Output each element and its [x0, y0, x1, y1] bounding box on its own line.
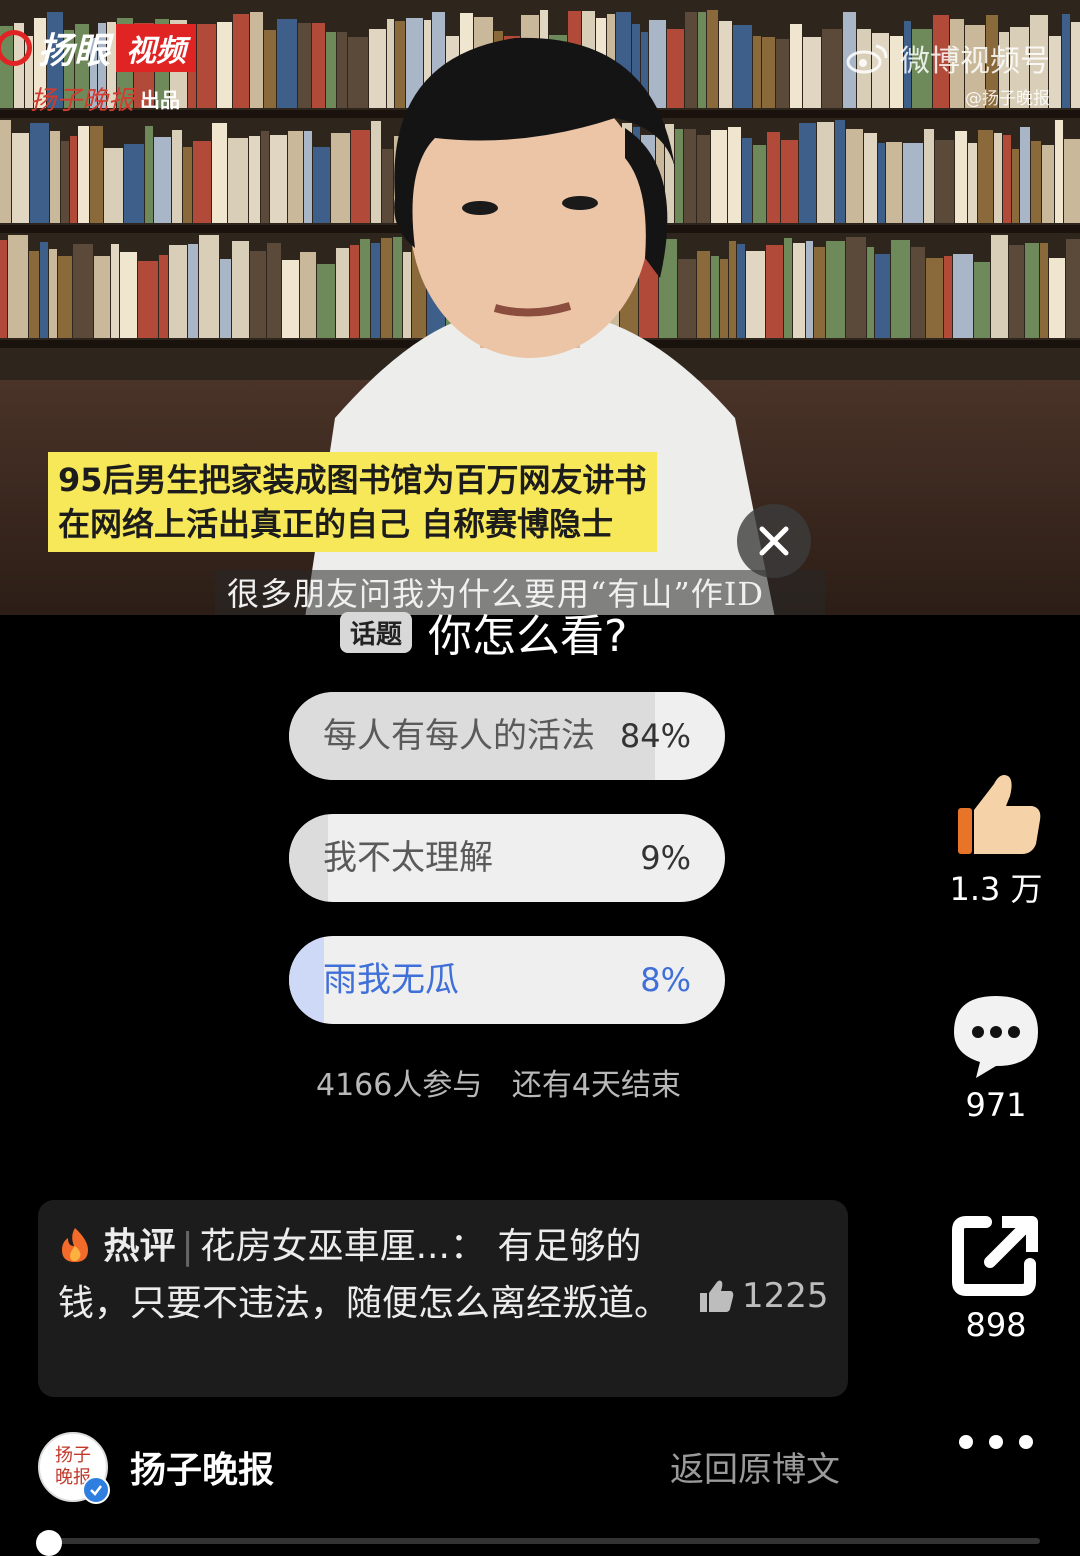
video-progress-knob[interactable] — [36, 1530, 62, 1556]
like-button[interactable]: 1.3 万 — [940, 768, 1052, 910]
poll-option-label: 每人有每人的活法 — [323, 716, 595, 756]
poll-option-1[interactable]: 每人有每人的活法 84% — [289, 692, 725, 780]
more-dots-icon — [959, 1435, 1033, 1449]
hot-comment-likes[interactable]: 1225 — [698, 1276, 829, 1316]
avatar[interactable]: 扬子晚报 — [38, 1432, 110, 1504]
close-icon — [759, 526, 789, 556]
hot-comment-tag: 热评 — [103, 1226, 176, 1267]
thumbs-up-icon — [958, 775, 1041, 854]
hot-comment-like-count: 1225 — [742, 1276, 829, 1316]
hot-comment-text: 热评 | 花房女巫車厘...： 有足够的钱，只要不违法，随便怎么离经叛道。 — [58, 1226, 671, 1324]
poll-option-3[interactable]: 雨我无瓜 8% — [289, 936, 725, 1024]
comment-count: 971 — [965, 1086, 1027, 1124]
weibo-watermark: 微博视频号 @扬子晚报 — [846, 36, 1050, 109]
poll-option-label: 我不太理解 — [323, 838, 493, 878]
caption-line-2: 在网络上活出真正的自己 自称赛博隐士 — [58, 505, 614, 543]
video-progress-bar[interactable] — [40, 1538, 1040, 1544]
thumbs-up-small-icon — [700, 1280, 734, 1312]
logo-sub-text: 出品 — [140, 88, 181, 112]
poll-meta: 4166人参与 还有4天结束 — [316, 1060, 681, 1104]
back-to-original-link[interactable]: 返回原博文 — [670, 1442, 840, 1491]
more-options-button[interactable] — [958, 1432, 1034, 1456]
share-button[interactable]: 898 — [940, 1210, 1052, 1344]
author-row[interactable]: 扬子晚报 扬子晚报 — [38, 1432, 274, 1504]
poll-option-percent: 9% — [640, 839, 691, 877]
yangyan-logo: 扬眼 视频 — [0, 22, 197, 74]
logo-circle-icon — [0, 30, 32, 66]
author-name[interactable]: 扬子晚报 — [130, 1441, 274, 1493]
flame-icon — [62, 1228, 88, 1262]
topic-header: 话题 你怎么看? — [340, 600, 627, 664]
logo-text: 扬眼 — [38, 31, 111, 72]
share-icon — [952, 1216, 1038, 1296]
poll-remaining: 还有4天结束 — [511, 1068, 681, 1103]
poll-participants: 4166人参与 — [316, 1068, 483, 1103]
caption-line-1: 95后男生把家装成图书馆为百万网友讲书 — [58, 461, 647, 499]
topic-title: 你怎么看? — [428, 611, 628, 662]
logo-badge: 视频 — [116, 24, 197, 72]
comment-bubble-icon — [954, 996, 1038, 1078]
hot-comment-author[interactable]: 花房女巫車厘... — [200, 1226, 450, 1267]
weibo-logo-icon — [846, 44, 888, 74]
video-player[interactable]: 扬眼 视频 扬子晚报 出品 微博视频号 @扬子晚报 95后男生把家装成图书馆为百… — [0, 0, 1080, 615]
watermark-handle: @扬子晚报 — [965, 89, 1050, 109]
logo-sub-script: 扬子晚报 — [30, 86, 135, 116]
topic-tag: 话题 — [340, 611, 413, 653]
poll-option-percent: 84% — [619, 717, 691, 755]
like-count: 1.3 万 — [949, 870, 1043, 908]
verified-icon — [82, 1476, 110, 1504]
hot-comment[interactable]: 热评 | 花房女巫車厘...： 有足够的钱，只要不违法，随便怎么离经叛道。 1225 — [38, 1200, 848, 1397]
poll-option-percent: 8% — [640, 961, 691, 999]
share-count: 898 — [965, 1306, 1027, 1344]
watermark-name: 微博视频号 — [900, 44, 1050, 79]
close-button[interactable] — [737, 504, 811, 578]
poll-option-label: 雨我无瓜 — [323, 960, 459, 1000]
poll-option-2[interactable]: 我不太理解 9% — [289, 814, 725, 902]
video-caption: 95后男生把家装成图书馆为百万网友讲书 在网络上活出真正的自己 自称赛博隐士 — [48, 452, 657, 552]
logo-sub: 扬子晚报 出品 — [30, 80, 180, 117]
comment-button[interactable]: 971 — [940, 990, 1052, 1124]
